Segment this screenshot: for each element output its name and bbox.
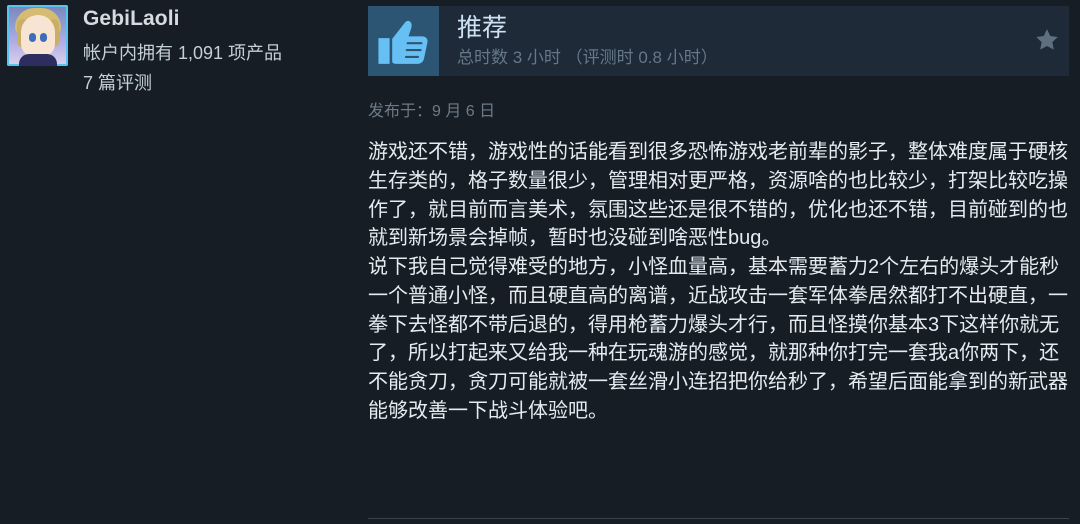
posted-date: 发布于：9 月 6 日 xyxy=(368,103,496,120)
avatar-face xyxy=(21,15,55,57)
username-link[interactable]: GebiLaoli xyxy=(83,7,180,31)
avatar-collar xyxy=(19,54,57,66)
bottom-divider xyxy=(368,518,1069,519)
thumbs-up-icon xyxy=(378,20,428,64)
owned-products-link[interactable]: 帐户内拥有 1,091 项产品 xyxy=(83,42,282,64)
recommendation-title: 推荐 xyxy=(457,14,508,42)
avatar-eye-right xyxy=(40,33,47,42)
thumb-box xyxy=(368,6,439,76)
avatar[interactable] xyxy=(7,5,68,66)
playtime-text: 总时数 3 小时 （评测时 0.8 小时） xyxy=(457,48,718,67)
review-count-link[interactable]: 7 篇评测 xyxy=(83,72,152,94)
avatar-eye-left xyxy=(29,33,36,42)
reviewer-panel: GebiLaoli 帐户内拥有 1,091 项产品 7 篇评测 xyxy=(0,0,346,524)
review-header: 推荐 总时数 3 小时 （评测时 0.8 小时） xyxy=(368,6,1069,76)
star-icon[interactable] xyxy=(1033,26,1061,54)
review-body: 游戏还不错，游戏性的话能看到很多恐怖游戏老前辈的影子，整体难度属于硬核生存类的，… xyxy=(368,141,1068,422)
